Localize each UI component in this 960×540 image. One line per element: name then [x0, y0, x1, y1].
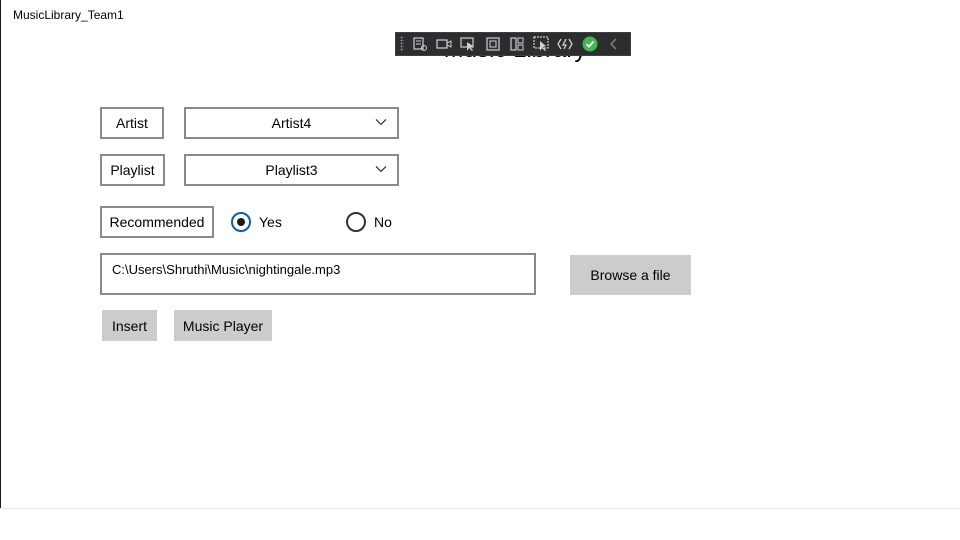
live-visual-tree-icon[interactable] — [412, 35, 428, 53]
display-layout-adorners-icon[interactable] — [484, 35, 500, 53]
select-element-icon[interactable] — [460, 35, 476, 53]
radio-checked-icon — [231, 212, 251, 232]
record-icon[interactable] — [436, 35, 452, 53]
window-bottom-edge — [0, 508, 960, 509]
radio-unchecked-icon — [346, 212, 366, 232]
artist-label: Artist — [100, 107, 164, 139]
window-title: MusicLibrary_Team1 — [13, 8, 124, 22]
toolbar-grip-icon[interactable] — [400, 36, 404, 52]
xaml-debug-toolbar — [395, 32, 631, 56]
recommended-no-radio[interactable]: No — [346, 212, 392, 232]
radio-no-label: No — [374, 214, 392, 230]
playlist-combobox[interactable]: Playlist3 — [184, 154, 399, 186]
browse-file-button[interactable]: Browse a file — [570, 255, 691, 295]
artist-combobox[interactable]: Artist4 — [184, 107, 399, 139]
insert-button[interactable]: Insert — [102, 310, 157, 341]
collapse-icon[interactable] — [606, 35, 622, 53]
file-path-textbox[interactable]: C:\Users\Shruthi\Music\nightingale.mp3 — [100, 253, 536, 295]
recommended-label: Recommended — [100, 206, 214, 238]
artist-selected-value: Artist4 — [271, 115, 312, 131]
window-left-border — [0, 0, 1, 508]
status-ok-icon — [581, 35, 598, 53]
hot-reload-icon[interactable] — [557, 35, 574, 53]
music-player-button[interactable]: Music Player — [174, 310, 272, 341]
playlist-label: Playlist — [100, 154, 165, 186]
preview-selection-icon[interactable] — [533, 35, 549, 53]
chevron-down-icon — [375, 160, 387, 176]
playlist-selected-value: Playlist3 — [265, 162, 318, 178]
radio-yes-label: Yes — [259, 214, 282, 230]
chevron-down-icon — [375, 113, 387, 129]
track-focus-icon[interactable] — [509, 35, 525, 53]
recommended-yes-radio[interactable]: Yes — [231, 212, 282, 232]
